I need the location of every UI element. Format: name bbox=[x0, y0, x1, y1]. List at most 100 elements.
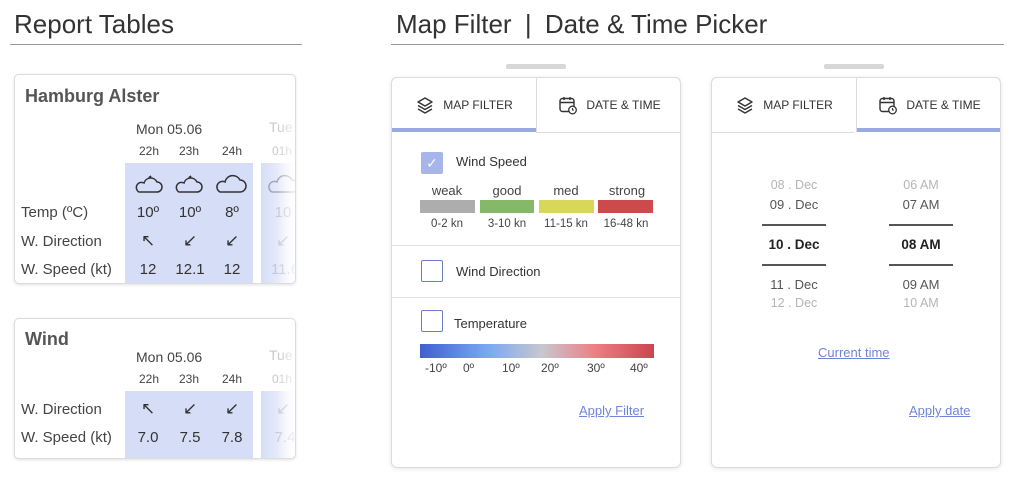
title-separator: | bbox=[524, 9, 532, 39]
time-option[interactable]: 06 AM bbox=[881, 178, 961, 192]
temp-value: 10º bbox=[178, 204, 202, 221]
temperature-checkbox[interactable] bbox=[421, 310, 443, 332]
report-card-hamburg: Hamburg Alster Mon 05.06 Tue 22h 23h 24h… bbox=[14, 74, 296, 284]
hour-label: 22h bbox=[138, 144, 160, 158]
color-swatch-med bbox=[539, 200, 594, 213]
apply-filter-link[interactable]: Apply Filter bbox=[579, 403, 644, 418]
temperature-tick: 20º bbox=[541, 361, 559, 375]
category-range: 11-15 kn bbox=[544, 218, 588, 230]
speed-value: 7.8 bbox=[221, 429, 243, 446]
hour-label: 24h bbox=[221, 144, 243, 158]
date-time-picker-title-text: Date & Time Picker bbox=[544, 9, 768, 39]
time-option[interactable]: 07 AM bbox=[881, 197, 961, 212]
tab-date-time[interactable]: DATE & TIME bbox=[537, 78, 680, 132]
tab-label: DATE & TIME bbox=[586, 98, 661, 112]
wind-direction-arrow: ↙ bbox=[224, 399, 240, 418]
time-option[interactable]: 10 AM bbox=[881, 296, 961, 310]
report-tables-rule bbox=[10, 44, 302, 45]
date-option[interactable]: 12 . Dec bbox=[754, 296, 834, 310]
wind-speed-label: Wind Speed bbox=[456, 154, 527, 169]
date-time-panel: MAP FILTER DATE & TIME 08 . Dec 09 . Dec… bbox=[711, 77, 1001, 468]
scroll-fade bbox=[277, 339, 295, 458]
speed-value: 7.5 bbox=[179, 429, 201, 446]
hour-label: 22h bbox=[138, 372, 160, 386]
temperature-gradient bbox=[420, 344, 654, 358]
card-title: Wind bbox=[25, 329, 69, 349]
row-label-temp: Temp (ºC) bbox=[21, 204, 89, 221]
cloud-icon bbox=[216, 174, 247, 193]
row-label-direction: W. Direction bbox=[21, 233, 102, 250]
selection-rule bbox=[762, 224, 826, 226]
wind-direction-checkbox[interactable] bbox=[421, 260, 443, 282]
temp-value: 10º bbox=[136, 204, 160, 221]
drag-handle[interactable] bbox=[506, 64, 566, 69]
tab-map-filter[interactable]: MAP FILTER bbox=[712, 78, 856, 132]
temperature-tick: 0º bbox=[463, 361, 475, 375]
temperature-tick: 30º bbox=[587, 361, 605, 375]
category-range: 3-10 kn bbox=[487, 218, 527, 230]
divider bbox=[392, 245, 680, 246]
map-filter-title: Map Filter | Date & Time Picker bbox=[396, 9, 767, 40]
date-option[interactable]: 08 . Dec bbox=[754, 178, 834, 192]
calendar-clock-icon bbox=[879, 97, 898, 115]
temperature-label: Temperature bbox=[454, 316, 527, 331]
report-card-wind: Wind Mon 05.06 Tue 22h 23h 24h 01h W. Di… bbox=[14, 318, 296, 459]
apply-date-link[interactable]: Apply date bbox=[909, 403, 970, 418]
map-filter-title-text: Map Filter bbox=[396, 9, 512, 39]
row-label-direction: W. Direction bbox=[21, 401, 102, 418]
color-swatch-strong bbox=[598, 200, 653, 213]
date-option[interactable]: 11 . Dec bbox=[754, 277, 834, 292]
current-time-link[interactable]: Current time bbox=[818, 345, 890, 360]
temperature-tick: 40º bbox=[630, 361, 648, 375]
calendar-clock-icon bbox=[559, 97, 578, 115]
drag-handle[interactable] bbox=[824, 64, 884, 69]
hour-label: 23h bbox=[178, 372, 200, 386]
row-label-speed: W. Speed (kt) bbox=[21, 429, 112, 446]
temp-value: 8º bbox=[225, 204, 239, 221]
selection-rule bbox=[889, 224, 953, 226]
time-option[interactable]: 09 AM bbox=[881, 277, 961, 292]
layers-icon bbox=[737, 97, 753, 114]
tab-bottom-line bbox=[536, 132, 680, 133]
category-range: 0-2 kn bbox=[431, 218, 463, 230]
map-filter-panel: MAP FILTER DATE & TIME ✓ Wind Speed weak… bbox=[391, 77, 681, 468]
speed-value: 12.1 bbox=[175, 261, 205, 278]
category-label: good bbox=[492, 183, 522, 198]
report-tables-title: Report Tables bbox=[14, 9, 174, 39]
category-label: weak bbox=[431, 183, 463, 198]
wind-direction-label: Wind Direction bbox=[456, 264, 541, 279]
speed-value: 12 bbox=[223, 261, 241, 278]
hour-label: 24h bbox=[221, 372, 243, 386]
category-label: strong bbox=[608, 183, 646, 198]
tab-label: MAP FILTER bbox=[763, 98, 833, 112]
date-option[interactable]: 09 . Dec bbox=[754, 197, 834, 212]
selection-rule bbox=[889, 264, 953, 266]
wind-speed-checkbox[interactable]: ✓ bbox=[421, 152, 443, 174]
row-label-speed: W. Speed (kt) bbox=[21, 261, 112, 278]
color-swatch-good bbox=[480, 200, 534, 213]
date-option-selected[interactable]: 10 . Dec bbox=[754, 237, 834, 252]
tab-label: MAP FILTER bbox=[443, 98, 513, 112]
category-range: 16-48 kn bbox=[603, 218, 649, 230]
layers-icon bbox=[417, 97, 433, 114]
speed-value: 12 bbox=[139, 261, 157, 278]
date-label: Mon 05.06 bbox=[136, 349, 203, 365]
wind-direction-arrow: ↙ bbox=[182, 399, 198, 418]
scroll-fade bbox=[277, 115, 295, 283]
map-filter-rule bbox=[391, 44, 1004, 45]
wind-direction-arrow: ↖ bbox=[140, 231, 156, 250]
time-option-selected[interactable]: 08 AM bbox=[881, 237, 961, 252]
color-swatch-weak bbox=[420, 200, 475, 213]
temperature-tick: -10º bbox=[425, 361, 447, 375]
divider bbox=[392, 297, 680, 298]
wind-direction-arrow: ↙ bbox=[182, 231, 198, 250]
tab-map-filter[interactable]: MAP FILTER bbox=[392, 78, 536, 132]
temperature-tick: 10º bbox=[502, 361, 520, 375]
card-title: Hamburg Alster bbox=[25, 86, 160, 106]
category-label: med bbox=[553, 183, 579, 198]
wind-direction-arrow: ↙ bbox=[224, 231, 240, 250]
date-label: Mon 05.06 bbox=[136, 121, 203, 137]
speed-value: 7.0 bbox=[137, 429, 159, 446]
tab-date-time[interactable]: DATE & TIME bbox=[857, 78, 1000, 132]
cloud-moon-icon bbox=[175, 175, 203, 193]
